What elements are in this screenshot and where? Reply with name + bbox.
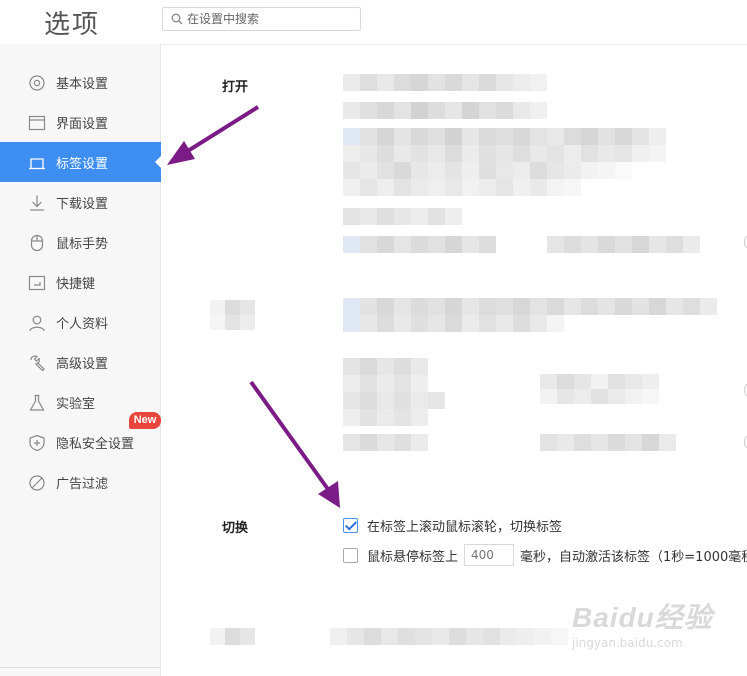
baidu-watermark: Baidu经验 jingyan.baidu.com: [572, 596, 713, 650]
sidebar-item-label: 广告过滤: [56, 477, 109, 492]
shortcut-icon: [28, 275, 46, 291]
search-input[interactable]: [187, 10, 357, 28]
sidebar-item-basic[interactable]: 基本设置: [0, 62, 161, 102]
tab-icon: [29, 158, 45, 170]
section-open-label: 打开: [222, 80, 249, 95]
arrow-head: [318, 481, 340, 508]
option-hover-activate[interactable]: 鼠标悬停标签上 毫秒，自动激活该标签（1秒=1000毫秒: [343, 544, 747, 566]
download-icon: [30, 195, 44, 211]
sidebar-item-shortcuts[interactable]: 快捷键: [0, 262, 161, 302]
scroll-switch-label: 在标签上滚动鼠标滚轮，切换标签: [367, 520, 563, 535]
shield-icon: [29, 434, 45, 452]
sidebar-item-label: 隐私安全设置: [56, 437, 135, 452]
sidebar-item-label: 高级设置: [56, 357, 109, 372]
settings-search[interactable]: [162, 7, 361, 31]
search-icon: [171, 13, 183, 25]
sidebar-item-mouse-gesture[interactable]: 鼠标手势: [0, 222, 161, 262]
sidebar-item-label: 界面设置: [56, 117, 109, 132]
mouse-icon: [30, 234, 44, 252]
gear-icon: [29, 75, 45, 91]
watermark-main: Baidu经验: [572, 602, 713, 633]
sidebar-item-label: 实验室: [56, 397, 96, 412]
window-icon: [28, 115, 46, 131]
flask-icon: [29, 394, 45, 411]
sidebar-item-advanced[interactable]: 高级设置: [0, 342, 161, 382]
sidebar-item-label: 基本设置: [56, 77, 109, 92]
sidebar-item-label: 快捷键: [56, 277, 96, 292]
hover-prefix-label: 鼠标悬停标签上: [367, 549, 459, 565]
page-title: 选项: [44, 10, 101, 40]
sidebar-item-label: 个人资料: [56, 317, 109, 332]
sidebar-item-label: 下载设置: [56, 197, 109, 212]
section-switch-label: 切换: [222, 521, 249, 536]
arrow-to-tab-settings: [181, 105, 260, 156]
wrench-icon: [30, 355, 45, 372]
sidebar-item-label: 鼠标手势: [56, 237, 109, 252]
scroll-switch-checkbox[interactable]: [343, 518, 358, 533]
hover-suffix-label: 毫秒，自动激活该标签（1秒=1000毫秒: [520, 549, 747, 565]
watermark-sub: jingyan.baidu.com: [572, 636, 683, 650]
hover-delay-input[interactable]: [464, 544, 515, 566]
sidebar-item-interface[interactable]: 界面设置: [0, 102, 161, 142]
header-divider: [161, 44, 747, 45]
option-scroll-switch[interactable]: 在标签上滚动鼠标滚轮，切换标签: [343, 516, 562, 535]
active-indicator: [155, 156, 161, 168]
sidebar-item-tabs[interactable]: 标签设置: [0, 142, 161, 182]
user-icon: [29, 315, 45, 332]
sidebar-item-privacy[interactable]: 隐私安全设置: [0, 422, 161, 462]
hover-activate-checkbox[interactable]: [343, 547, 358, 563]
sidebar-item-label: 标签设置: [56, 157, 109, 172]
block-icon: [29, 475, 45, 491]
arrow-to-scroll-option: [249, 380, 332, 494]
sidebar-item-profile[interactable]: 个人资料: [0, 302, 161, 342]
sidebar-item-adblock[interactable]: 广告过滤: [0, 462, 161, 502]
arrow-head: [167, 141, 195, 165]
sidebar-divider: [0, 667, 161, 668]
sidebar-item-download[interactable]: 下载设置: [0, 182, 161, 222]
